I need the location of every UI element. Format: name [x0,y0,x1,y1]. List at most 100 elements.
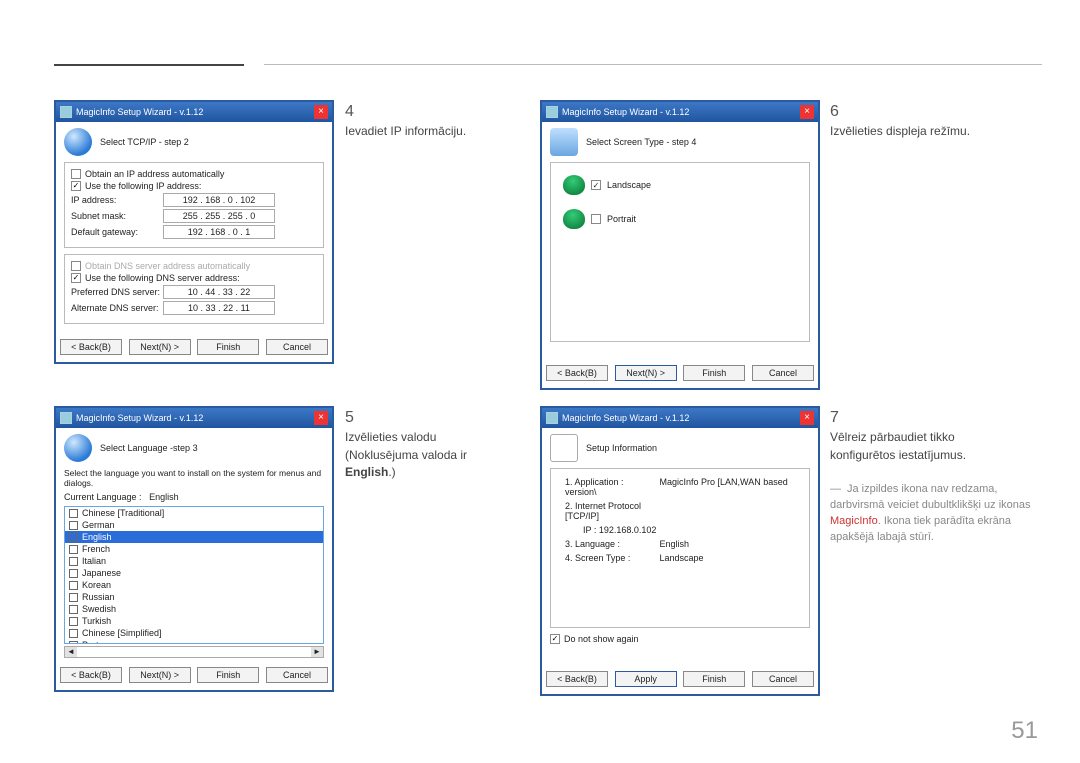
titlebar[interactable]: MagicInfo Setup Wizard - v.1.12 × [542,408,818,428]
globe-icon [64,128,92,156]
checkbox-icon [69,605,78,614]
next-button[interactable]: Next(N) > [129,339,191,355]
titlebar[interactable]: MagicInfo Setup Wizard - v.1.12 × [542,102,818,122]
titlebar[interactable]: MagicInfo Setup Wizard - v.1.12 × [56,408,332,428]
cancel-button[interactable]: Cancel [266,667,328,683]
horizontal-scrollbar[interactable]: ◄ ► [64,646,324,658]
language-item[interactable]: Swedish [65,603,323,615]
checkbox-icon [69,533,78,542]
window-icon [60,412,72,424]
close-icon[interactable]: × [800,105,814,119]
language-item[interactable]: Chinese [Simplified] [65,627,323,639]
pref-dns-input[interactable]: 10 . 44 . 33 . 22 [163,285,275,299]
close-icon[interactable]: × [800,411,814,425]
titlebar[interactable]: MagicInfo Setup Wizard - v.1.12 × [56,102,332,122]
window-icon [546,106,558,118]
do-not-show-again[interactable]: ✓Do not show again [550,634,810,644]
use-following-dns[interactable]: ✓Use the following DNS server address: [71,273,317,283]
finish-button[interactable]: Finish [683,365,745,381]
language-item[interactable]: Chinese [Traditional] [65,507,323,519]
window-title: MagicInfo Setup Wizard - v.1.12 [562,107,689,117]
window-title: MagicInfo Setup Wizard - v.1.12 [562,413,689,423]
checkbox-icon [69,617,78,626]
lang-description: Select the language you want to install … [64,468,324,488]
checkbox-icon [69,521,78,530]
finish-button[interactable]: Finish [683,671,745,687]
step-number-6: 6 [830,100,852,123]
language-item[interactable]: Korean [65,579,323,591]
gw-input[interactable]: 192 . 168 . 0 . 1 [163,225,275,239]
tree-icon [563,175,585,195]
language-item[interactable]: Russian [65,591,323,603]
step-text-6: Izvēlieties displeja režīmu. [830,123,1018,140]
subnet-label: Subnet mask: [71,211,163,221]
wizard-window-tcpip: MagicInfo Setup Wizard - v.1.12 × Select… [54,100,334,364]
alt-dns-input[interactable]: 10 . 33 . 22 . 11 [163,301,275,315]
step-text-4: Ievadiet IP informāciju. [345,123,511,140]
step-heading: Select TCP/IP - step 2 [100,137,189,147]
language-list[interactable]: Chinese [Traditional]GermanEnglishFrench… [64,506,324,644]
language-item[interactable]: English [65,531,323,543]
obtain-ip-auto[interactable]: Obtain an IP address automatically [71,169,317,179]
footnote: ―Ja izpildes ikona nav redzama, darbvirs… [830,482,1042,546]
checkbox-icon [69,569,78,578]
language-item[interactable]: French [65,543,323,555]
ip-input[interactable]: 192 . 168 . 0 . 102 [163,193,275,207]
window-icon [60,106,72,118]
back-button[interactable]: < Back(B) [60,339,122,355]
scroll-left-icon[interactable]: ◄ [65,647,77,657]
setup-info-box: 1. Application : MagicInfo Pro [LAN,WAN … [550,468,810,628]
monitor-icon [550,128,578,156]
checkbox-icon [69,509,78,518]
checkbox-icon [69,557,78,566]
finish-button[interactable]: Finish [197,339,259,355]
option-landscape[interactable]: ✓ Landscape [563,175,803,195]
language-item[interactable]: Portuguese [65,639,323,644]
pref-dns-label: Preferred DNS server: [71,287,163,297]
window-title: MagicInfo Setup Wizard - v.1.12 [76,413,203,423]
step-number-5: 5 [345,406,367,429]
use-following-ip[interactable]: ✓Use the following IP address: [71,181,317,191]
window-title: MagicInfo Setup Wizard - v.1.12 [76,107,203,117]
close-icon[interactable]: × [314,411,328,425]
info-row: IP : 192.168.0.102 [583,525,803,535]
cancel-button[interactable]: Cancel [752,671,814,687]
tree-icon [563,209,585,229]
gw-label: Default gateway: [71,227,163,237]
apply-button[interactable]: Apply [615,671,677,687]
close-icon[interactable]: × [314,105,328,119]
checkbox-icon [69,593,78,602]
rule-short [54,64,244,66]
info-row: 4. Screen Type : Landscape [565,553,803,563]
finish-button[interactable]: Finish [197,667,259,683]
checkbox-icon [69,641,78,645]
language-item[interactable]: German [65,519,323,531]
current-lang-value: English [149,492,179,502]
cancel-button[interactable]: Cancel [752,365,814,381]
step-text-7: Vēlreiz pārbaudiet tikko konfigurētos ie… [830,429,1018,464]
option-portrait[interactable]: Portrait [563,209,803,229]
next-button[interactable]: Next(N) > [615,365,677,381]
window-icon [546,412,558,424]
back-button[interactable]: < Back(B) [60,667,122,683]
alt-dns-label: Alternate DNS server: [71,303,163,313]
cancel-button[interactable]: Cancel [266,339,328,355]
wizard-window-setupinfo: MagicInfo Setup Wizard - v.1.12 × Setup … [540,406,820,696]
step-number-7: 7 [830,406,852,429]
current-lang-label: Current Language : [64,492,142,502]
info-row: 3. Language : English [565,539,803,549]
subnet-input[interactable]: 255 . 255 . 255 . 0 [163,209,275,223]
checkbox-icon [69,629,78,638]
back-button[interactable]: < Back(B) [546,365,608,381]
document-icon [550,434,578,462]
language-item[interactable]: Turkish [65,615,323,627]
ip-fieldset: Obtain an IP address automatically ✓Use … [64,162,324,248]
back-button[interactable]: < Back(B) [546,671,608,687]
language-item[interactable]: Italian [65,555,323,567]
scroll-right-icon[interactable]: ► [311,647,323,657]
language-item[interactable]: Japanese [65,567,323,579]
info-row: 1. Application : MagicInfo Pro [LAN,WAN … [565,477,803,497]
dns-fieldset: Obtain DNS server address automatically … [64,254,324,324]
step-text-5: Izvēlieties valodu (Noklusējuma valoda i… [345,429,511,481]
next-button[interactable]: Next(N) > [129,667,191,683]
